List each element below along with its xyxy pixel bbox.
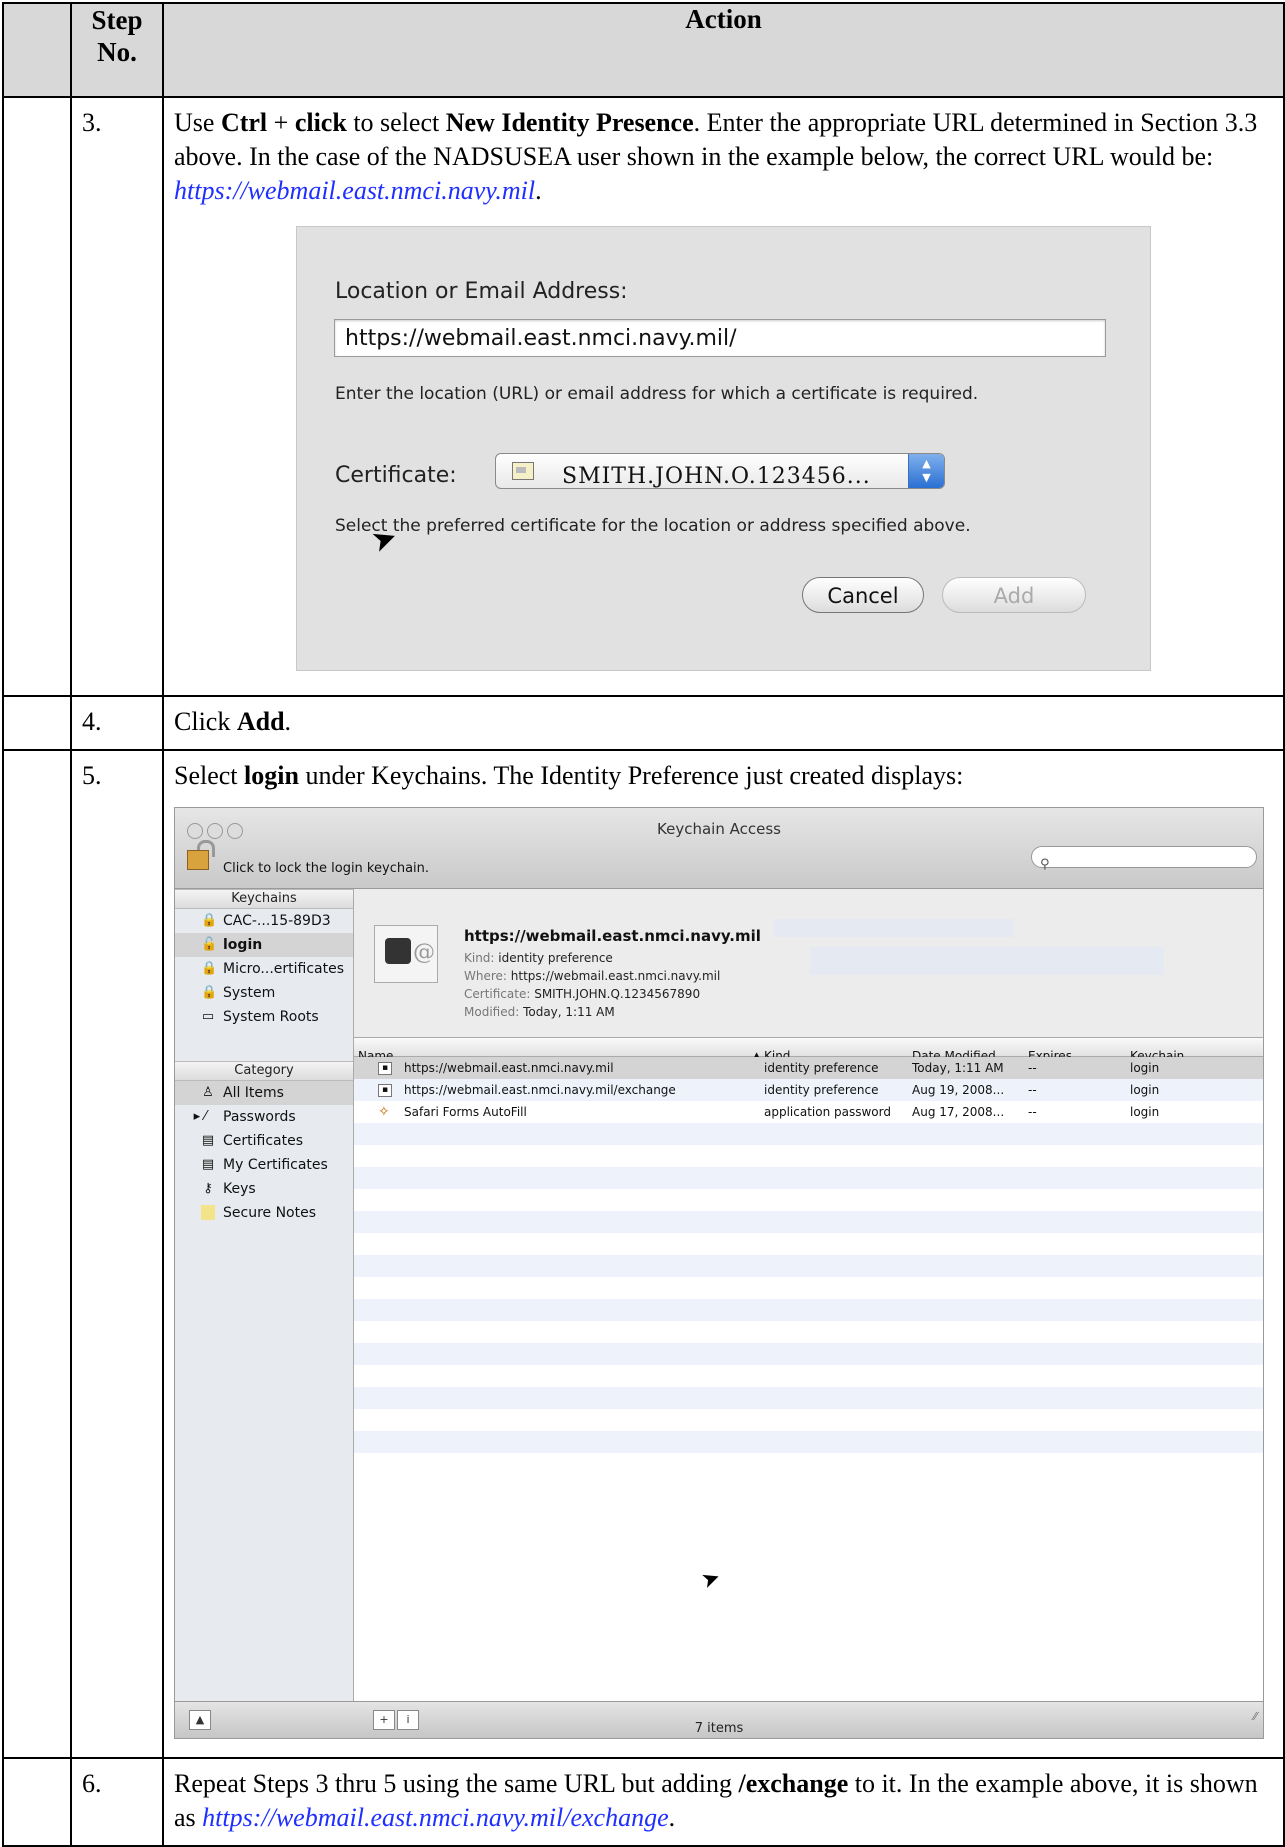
table-row[interactable]: ▪ https://webmail.east.nmci.navy.mil ide…: [354, 1057, 1263, 1079]
certificate-icon: ▤: [201, 1133, 215, 1148]
step-no-header: Step No.: [70, 2, 164, 98]
empty-row: [354, 1343, 1263, 1365]
step-action: Select login under Keychains. The Identi…: [162, 749, 1285, 1759]
identity-icon: ▪: [378, 1062, 392, 1075]
empty-row: [354, 1277, 1263, 1299]
certificate-label: Certificate:: [335, 463, 457, 488]
app-password-icon: ✧: [378, 1104, 390, 1120]
item-count: 7 items: [694, 1721, 744, 1736]
keychain-access-window: Keychain Access Click to lock the login …: [174, 807, 1264, 1739]
step-number: 5.: [70, 749, 164, 1759]
passwords-icon: ▸ ⁄: [193, 1109, 207, 1124]
sidebar-item-passwords[interactable]: ▸ ⁄ Passwords: [175, 1105, 353, 1129]
sidebar-item-secure-notes[interactable]: Secure Notes: [175, 1201, 353, 1225]
category-header: Category: [175, 1061, 353, 1081]
search-input[interactable]: ⚲: [1031, 846, 1257, 872]
sidebar-item-system[interactable]: 🔒 System: [175, 981, 353, 1005]
detail-modified: Modified: Today, 1:11 AM: [464, 1005, 615, 1019]
step-action: Repeat Steps 3 thru 5 using the same URL…: [162, 1757, 1285, 1847]
blank-header-cell: [2, 2, 72, 98]
keychains-header: Keychains: [175, 889, 353, 909]
url-link[interactable]: https://webmail.east.nmci.navy.mil: [174, 176, 535, 205]
note-icon: [201, 1205, 215, 1220]
step-number: 6.: [70, 1757, 164, 1847]
cancel-button[interactable]: Cancel: [802, 577, 924, 613]
sidebar-item-certificates[interactable]: ▤ Certificates: [175, 1129, 353, 1153]
all-items-icon: ♙: [202, 1085, 214, 1100]
empty-row: [354, 1189, 1263, 1211]
empty-row: [354, 1145, 1263, 1167]
certificate-value: SMITH.JOHN.O.123456...: [562, 464, 871, 489]
step-number: 4.: [70, 695, 164, 751]
table-row[interactable]: ▪ https://webmail.east.nmci.navy.mil/exc…: [354, 1079, 1263, 1101]
empty-row: [354, 1255, 1263, 1277]
step-action: Use Ctrl + click to select New Identity …: [162, 96, 1285, 697]
location-label: Location or Email Address:: [335, 279, 628, 304]
empty-row: [354, 1167, 1263, 1189]
step-text: Select login under Keychains. The Identi…: [174, 761, 964, 790]
resize-grip-icon[interactable]: ⁄⁄: [1253, 1700, 1257, 1734]
empty-row: [354, 1321, 1263, 1343]
window-titlebar: Keychain Access Click to lock the login …: [175, 808, 1263, 889]
table-header-row: Step No. Action: [2, 2, 1285, 98]
empty-row: [354, 1387, 1263, 1409]
sidebar-item-all-items[interactable]: ♙ All Items: [175, 1081, 353, 1105]
procedure-table: Step No. Action 3. Use Ctrl + click to s…: [2, 2, 1285, 1847]
step-number: 3.: [70, 96, 164, 697]
empty-row: [354, 1365, 1263, 1387]
sidebar-item-microsoft-certificates[interactable]: 🔒 Micro...ertificates: [175, 957, 353, 981]
empty-row: [354, 1409, 1263, 1431]
sidebar-item-login[interactable]: 🔓 login: [175, 933, 353, 957]
empty-row: [354, 1233, 1263, 1255]
empty-row: [354, 1211, 1263, 1233]
certificate-hint: Select the preferred certificate for the…: [335, 516, 971, 536]
empty-row: [354, 1299, 1263, 1321]
empty-row: [354, 1123, 1263, 1145]
key-icon: ⚷: [203, 1181, 213, 1196]
certificate-select[interactable]: SMITH.JOHN.O.123456... ▲ ▼: [495, 453, 945, 489]
item-list: ▪ https://webmail.east.nmci.navy.mil ide…: [354, 1057, 1263, 1453]
window-title: Keychain Access: [657, 820, 781, 838]
unlock-icon: 🔓: [201, 937, 218, 952]
sidebar-item-keys[interactable]: ⚷ Keys: [175, 1177, 353, 1201]
identity-icon: ▪: [378, 1084, 392, 1097]
sidebar-item-system-roots[interactable]: ▭ System Roots: [175, 1005, 353, 1029]
step-row-6: 6. Repeat Steps 3 thru 5 using the same …: [2, 1757, 1285, 1847]
list-header[interactable]: Name ▲ Kind Date Modified Expires Keycha…: [354, 1038, 1263, 1063]
search-icon: ⚲: [1040, 857, 1050, 872]
window-bottom-bar: ▲ + i 7 items ⁄⁄: [175, 1701, 1263, 1738]
step-action: Click Add.: [162, 695, 1285, 751]
step-row-5: 5. Select login under Keychains. The Ide…: [2, 749, 1285, 1759]
lock-hint: Click to lock the login keychain.: [223, 861, 430, 876]
sidebar: Keychains 🔒 CAC-...15-89D3 🔓 login 🔒 Micro.…: [175, 889, 354, 1701]
identity-preference-icon: @: [374, 925, 438, 983]
step-row-4: 4. Click Add.: [2, 695, 1285, 751]
unlock-icon[interactable]: [187, 840, 215, 870]
certificate-icon: [512, 462, 534, 480]
location-input[interactable]: https://webmail.east.nmci.navy.mil/: [334, 319, 1106, 357]
step-text: Use Ctrl + click to select New Identity …: [174, 108, 1258, 205]
empty-row: [354, 1431, 1263, 1453]
redacted-block: [774, 919, 1014, 937]
add-button[interactable]: Add: [942, 577, 1086, 613]
step-row-3: 3. Use Ctrl + click to select New Identi…: [2, 96, 1285, 697]
popup-arrows-icon[interactable]: ▲ ▼: [908, 454, 944, 488]
url-link[interactable]: https://webmail.east.nmci.navy.mil/excha…: [202, 1803, 668, 1832]
location-hint: Enter the location (URL) or email addres…: [335, 384, 979, 404]
lock-icon: 🔒: [201, 985, 218, 1000]
table-row[interactable]: ✧ Safari Forms AutoFill application pass…: [354, 1101, 1263, 1123]
item-detail-pane: @ https://webmail.east.nmci.navy.mil Kin…: [354, 889, 1263, 1038]
my-certificate-icon: ▤: [201, 1157, 215, 1172]
sidebar-item-my-certificates[interactable]: ▤ My Certificates: [175, 1153, 353, 1177]
identity-preference-dialog: Location or Email Address: https://webma…: [296, 226, 1151, 671]
lock-icon: 🔒: [201, 961, 218, 976]
folder-icon: ▭: [201, 1009, 215, 1024]
lock-icon: 🔒: [201, 913, 218, 928]
action-header: Action: [162, 2, 1285, 98]
main-pane: @ https://webmail.east.nmci.navy.mil Kin…: [354, 889, 1263, 1701]
sidebar-item-cac[interactable]: 🔒 CAC-...15-89D3: [175, 909, 353, 933]
redacted-block: [810, 947, 1164, 975]
